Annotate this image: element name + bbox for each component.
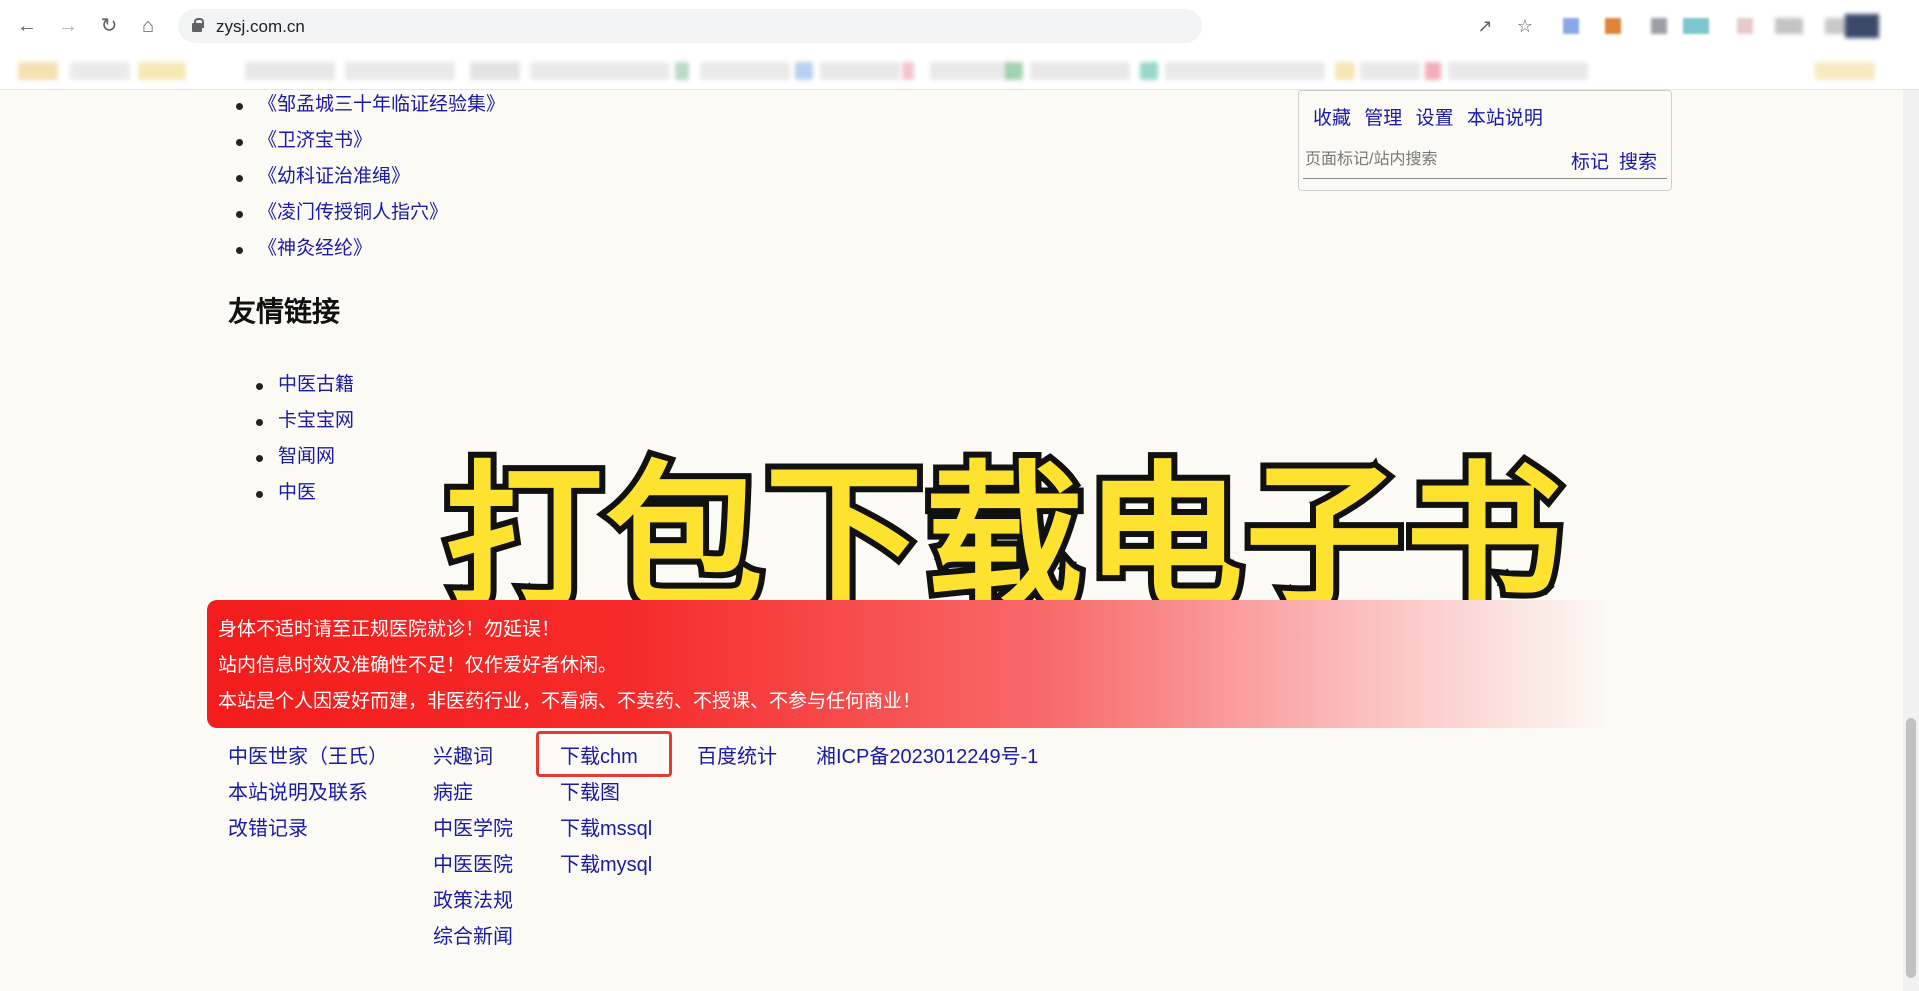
bookmark-item[interactable] [530,62,670,80]
search-input[interactable] [1305,147,1555,173]
bookmark-item[interactable] [820,62,900,80]
book-link[interactable]: 《邹孟城三十年临证经验集》 [258,94,505,115]
scrollbar-thumb[interactable] [1906,718,1916,978]
extension-icon[interactable] [1651,18,1667,34]
bookmarks-bar [0,52,1919,90]
home-icon[interactable]: ⌂ [135,13,161,39]
book-link[interactable]: 《凌门传授铜人指穴》 [258,202,448,223]
bookmark-item[interactable] [700,62,790,80]
download-mysql-link[interactable]: 下载mysql [560,850,652,886]
favorite-link[interactable]: 收藏 [1313,108,1351,129]
mark-button[interactable]: 标记 [1571,147,1609,174]
footer-link[interactable]: 本站说明及联系 [228,778,388,814]
back-icon[interactable]: ← [14,13,40,39]
bookmark-item[interactable] [70,62,130,80]
list-item[interactable]: 《邹孟城三十年临证经验集》 [235,90,505,126]
bookmark-item[interactable] [18,62,58,80]
bookmark-item[interactable] [1165,62,1325,80]
bookmark-item[interactable] [1005,62,1023,80]
highlight-box [536,731,672,777]
footer-column-site: 中医世家（王氏） 本站说明及联系 改错记录 [228,742,388,850]
list-item[interactable]: 中医古籍 [255,370,354,406]
list-item[interactable]: 《幼科证治准绳》 [235,162,505,198]
search-button[interactable]: 搜索 [1619,147,1657,174]
list-item[interactable]: 《卫济宝书》 [235,126,505,162]
about-link[interactable]: 本站说明 [1467,108,1543,129]
browser-toolbar: ← → ↻ ⌂ zysj.com.cn ↗ ☆ [0,0,1919,52]
bookmark-item[interactable] [1815,62,1875,80]
friend-link[interactable]: 卡宝宝网 [278,410,354,431]
footer-column-topics: 兴趣词 病症 中医学院 中医医院 政策法规 综合新闻 [433,742,513,958]
book-link[interactable]: 《卫济宝书》 [258,130,372,151]
download-image-link[interactable]: 下载图 [560,778,652,814]
list-item[interactable]: 智闻网 [255,442,354,478]
manage-link[interactable]: 管理 [1364,108,1402,129]
star-icon[interactable]: ☆ [1514,16,1536,36]
footer-column-stats: 百度统计 [697,742,777,778]
extension-icon[interactable] [1737,18,1753,34]
warning-line: 身体不适时请至正规医院就诊！勿延误！ [218,619,561,640]
footer-link[interactable]: 中医学院 [433,814,513,850]
bookmark-item[interactable] [675,62,689,80]
download-mssql-link[interactable]: 下载mssql [560,814,652,850]
icp-link[interactable]: 湘ICP备2023012249号-1 [816,742,1038,778]
bookmark-item[interactable] [245,62,335,80]
list-item[interactable]: 中医 [255,478,354,514]
share-icon[interactable]: ↗ [1474,16,1496,36]
bookmark-item[interactable] [795,62,813,80]
bookmark-item[interactable] [1448,62,1588,80]
friend-link[interactable]: 中医古籍 [278,374,354,395]
book-link[interactable]: 《幼科证治准绳》 [258,166,410,187]
list-item[interactable]: 《凌门传授铜人指穴》 [235,198,505,234]
bookmark-item[interactable] [1140,62,1158,80]
bookmark-item[interactable] [902,62,914,80]
bookmark-item[interactable] [1335,62,1355,80]
bookmark-item[interactable] [470,62,520,80]
bookmark-item[interactable] [1360,62,1420,80]
forward-icon[interactable]: → [55,13,81,39]
extension-icon[interactable] [1563,18,1579,34]
footer-link[interactable]: 百度统计 [697,742,777,778]
bookmark-item[interactable] [1030,62,1130,80]
footer-link[interactable]: 中医医院 [433,850,513,886]
friend-link[interactable]: 智闻网 [278,446,335,467]
reload-icon[interactable]: ↻ [96,13,122,39]
extension-icon[interactable] [1775,18,1803,34]
list-item[interactable]: 卡宝宝网 [255,406,354,442]
panel-links: 收藏 管理 设置 本站说明 [1313,103,1551,130]
footer-link[interactable]: 政策法规 [433,886,513,922]
profile-avatar[interactable] [1845,14,1879,38]
footer-link[interactable]: 改错记录 [228,814,388,850]
footer-link[interactable]: 中医世家（王氏） [228,742,388,778]
friend-link[interactable]: 中医 [278,482,316,503]
page-content: 《邹孟城三十年临证经验集》 《卫济宝书》 《幼科证治准绳》 《凌门传授铜人指穴》… [0,90,1919,991]
warning-line: 本站是个人因爱好而建，非医药行业，不看病、不卖药、不授课、不参与任何商业！ [218,691,922,712]
warning-banner: 身体不适时请至正规医院就诊！勿延误！ 站内信息时效及准确性不足！仅作爱好者休闲。… [207,600,1607,728]
friend-links-heading: 友情链接 [228,296,341,327]
footer-link[interactable]: 综合新闻 [433,922,513,958]
bookmark-item[interactable] [1425,62,1441,80]
bookmark-item[interactable] [345,62,455,80]
settings-link[interactable]: 设置 [1416,108,1454,129]
footer-link[interactable]: 病症 [433,778,513,814]
address-bar[interactable]: zysj.com.cn ↗ ☆ [178,9,1533,43]
friend-links-list: 中医古籍 卡宝宝网 智闻网 中医 [255,370,354,514]
footer-column-icp: 湘ICP备2023012249号-1 [816,742,1038,778]
search-row: 标记 搜索 [1303,143,1667,179]
scrollbar[interactable] [1903,90,1919,991]
lock-icon[interactable] [192,18,204,32]
side-panel: 收藏 管理 设置 本站说明 标记 搜索 [1298,90,1672,191]
extension-icon[interactable] [1605,18,1621,34]
book-list: 《邹孟城三十年临证经验集》 《卫济宝书》 《幼科证治准绳》 《凌门传授铜人指穴》… [235,90,505,270]
bookmark-item[interactable] [930,62,1010,80]
bookmark-item[interactable] [138,62,186,80]
extension-icon[interactable] [1683,18,1709,34]
extensions-area [1555,12,1910,42]
warning-line: 站内信息时效及准确性不足！仅作爱好者休闲。 [218,655,618,676]
footer-link[interactable]: 兴趣词 [433,742,513,778]
list-item[interactable]: 《神灸经纶》 [235,234,505,270]
book-link[interactable]: 《神灸经纶》 [258,238,372,259]
url-text[interactable]: zysj.com.cn [216,17,305,37]
